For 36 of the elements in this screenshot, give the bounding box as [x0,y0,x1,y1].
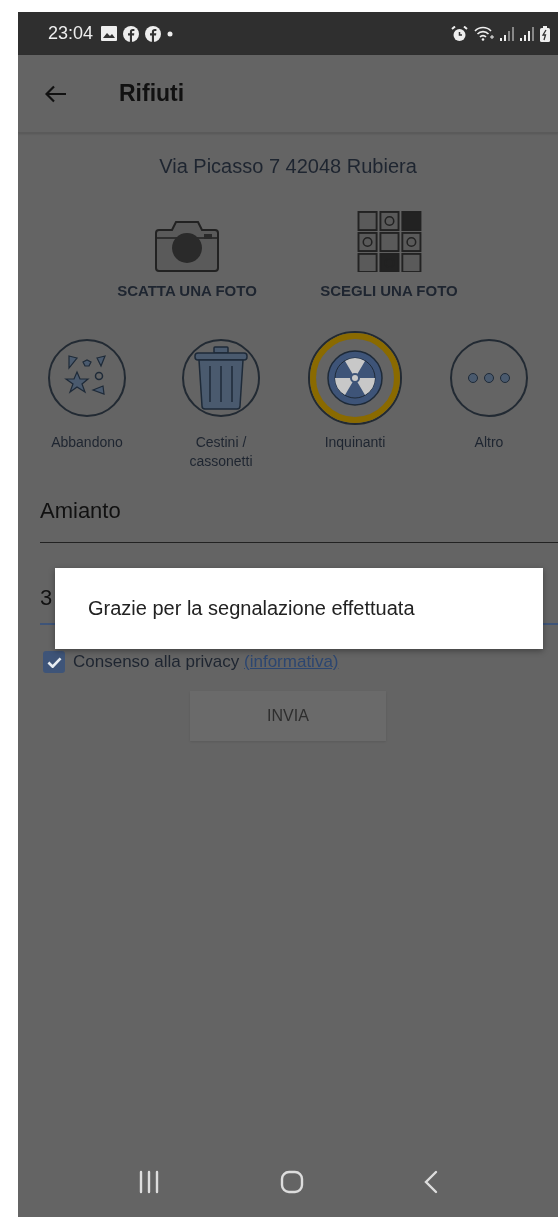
category-option[interactable] [308,331,402,425]
text-field[interactable]: Amianto [40,483,558,543]
signal-icon [520,26,534,41]
address-text: Via Picasso 7 42048 Rubiera [158,155,418,178]
field-value: 3 [40,585,53,611]
more-icon [467,372,511,384]
privacy-consent-text: Consenso alla privacy (informativa) [73,652,339,672]
trash-bin-icon [193,346,249,410]
privacy-policy-link[interactable]: (informativa) [244,652,339,671]
photo-grid-icon[interactable] [356,211,422,272]
field-value: Amianto [40,498,121,524]
home-icon[interactable] [280,1170,304,1194]
alarm-icon [451,25,468,42]
camera-icon[interactable] [154,220,220,272]
image-icon [101,26,118,41]
screen-title: Rifiuti [119,80,185,107]
battery-icon [540,25,550,42]
radiation-icon [327,350,383,406]
recent-apps-icon[interactable] [138,1170,160,1194]
dialog-message: Grazie per la segnalazione effettuata [88,597,415,620]
category-label: Altro [473,433,505,452]
photo-action-label[interactable]: SCATTA UNA FOTO [117,282,257,299]
category-label: Cestini / cassonetti [188,433,254,471]
category-label: Abbandono [50,433,124,452]
privacy-checkbox[interactable] [43,651,65,673]
back-icon[interactable] [424,1170,438,1194]
category-label: Inquinanti [323,433,387,452]
facebook-icon [123,25,140,42]
wifi-icon [474,26,494,41]
checkmark-icon [46,656,62,668]
back-arrow-icon[interactable] [45,84,67,103]
dot-icon [167,30,174,37]
facebook-icon [145,25,162,42]
signal-icon [500,26,514,41]
status-time: 23:04 [48,23,94,44]
photo-action-label[interactable]: SCEGLI UNA FOTO [320,282,458,299]
